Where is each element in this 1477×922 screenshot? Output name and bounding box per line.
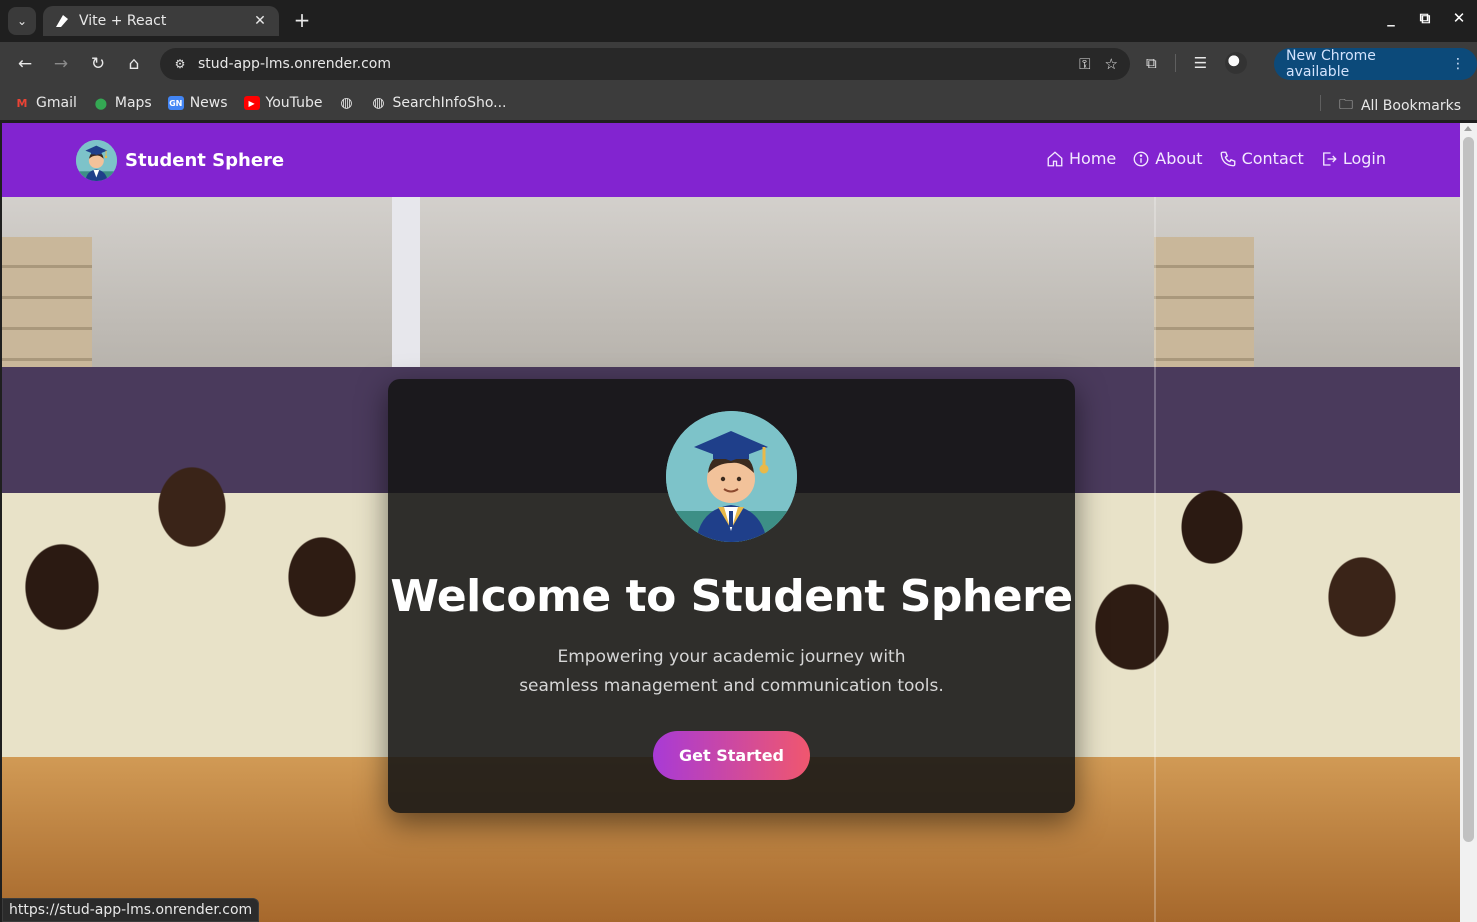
brand-name: Student Sphere bbox=[125, 150, 285, 171]
login-icon bbox=[1322, 151, 1337, 166]
update-label: New Chrome available bbox=[1286, 48, 1376, 80]
more-vert-icon[interactable]: ⋮ bbox=[1451, 56, 1465, 72]
minimize-icon[interactable]: _ bbox=[1383, 9, 1399, 27]
bookmark-maps[interactable]: ⬤ Maps bbox=[93, 95, 152, 111]
bookmark-label: News bbox=[189, 95, 228, 111]
bookmark-news[interactable]: GN News bbox=[167, 95, 228, 111]
info-icon bbox=[1133, 151, 1149, 166]
page-viewport: Student Sphere Home About Contact Login bbox=[2, 123, 1460, 922]
hero-title: Welcome to Student Sphere bbox=[390, 571, 1073, 622]
graduate-avatar-icon bbox=[666, 411, 797, 542]
tab-search-button[interactable]: ⌄ bbox=[8, 7, 36, 35]
bookmark-globe[interactable]: ◍ bbox=[338, 95, 354, 111]
tab-close-icon[interactable]: ✕ bbox=[251, 13, 269, 29]
tab-title: Vite + React bbox=[79, 13, 167, 29]
page-scrollbar[interactable] bbox=[1460, 123, 1477, 922]
bookmark-label: YouTube bbox=[265, 95, 323, 111]
new-tab-button[interactable]: + bbox=[291, 8, 313, 32]
browser-tab[interactable]: Vite + React ✕ bbox=[43, 6, 279, 36]
nav-label: Login bbox=[1342, 149, 1386, 168]
gmail-icon: M bbox=[16, 96, 28, 110]
home-icon bbox=[1047, 150, 1063, 166]
bookmarks-bar: M Gmail ⬤ Maps GN News ▶ YouTube ◍ ◍ Sea… bbox=[0, 86, 1477, 120]
bookmark-label: Gmail bbox=[36, 95, 77, 111]
nav-contact[interactable]: Contact bbox=[1219, 149, 1304, 168]
home-browser-icon[interactable]: ⌂ bbox=[122, 52, 146, 76]
student-avatar-icon bbox=[76, 140, 117, 181]
phone-icon bbox=[1220, 151, 1236, 166]
scroll-thumb[interactable] bbox=[1463, 137, 1474, 842]
nav-about[interactable]: About bbox=[1132, 149, 1203, 168]
get-started-button[interactable]: Get Started bbox=[653, 731, 810, 780]
site-navbar: Student Sphere Home About Contact Login bbox=[2, 123, 1460, 197]
chrome-update-button[interactable]: New Chrome available ⋮ bbox=[1274, 48, 1477, 80]
all-bookmarks-button[interactable]: 🗀 All Bookmarks bbox=[1339, 94, 1461, 118]
back-arrow-icon[interactable]: ← bbox=[13, 52, 37, 76]
hero-subtitle: Empowering your academic journey with se… bbox=[519, 647, 944, 696]
bookmark-star-icon[interactable]: ☆ bbox=[1105, 55, 1118, 73]
profile-avatar[interactable] bbox=[1225, 52, 1248, 74]
site-settings-icon[interactable]: ⚙ bbox=[170, 54, 190, 74]
nav-label: Home bbox=[1069, 149, 1117, 168]
toolbar-divider bbox=[1174, 54, 1176, 72]
globe-icon: ◍ bbox=[372, 95, 385, 111]
restore-icon[interactable]: ⧉ bbox=[1417, 9, 1433, 27]
tab-strip: ⌄ Vite + React ✕ + _ ⧉ ✕ bbox=[0, 0, 1477, 42]
close-window-icon[interactable]: ✕ bbox=[1451, 9, 1467, 27]
folder-icon: 🗀 bbox=[1338, 97, 1353, 113]
browser-toolbar: ← → ↻ ⌂ ⚙ stud-app-lms.onrender.com ⚿ ☆ … bbox=[0, 42, 1477, 86]
youtube-icon: ▶ bbox=[243, 96, 260, 110]
password-key-icon[interactable]: ⚿ bbox=[1079, 55, 1090, 73]
status-url-bubble: https://stud-app-lms.onrender.com bbox=[2, 898, 260, 922]
window-controls: _ ⧉ ✕ bbox=[1383, 9, 1467, 27]
extensions-icon[interactable]: ⧉ bbox=[1146, 54, 1157, 72]
nav-label: About bbox=[1155, 149, 1203, 168]
vite-react-icon bbox=[53, 12, 71, 30]
scroll-up-arrow-icon[interactable] bbox=[1464, 126, 1472, 131]
nav-home[interactable]: Home bbox=[1046, 149, 1116, 168]
nav-links: Home About Contact Login bbox=[1046, 149, 1386, 168]
chevron-down-icon: ⌄ bbox=[16, 14, 28, 28]
bookmark-searchinfo[interactable]: ◍ SearchInfoSho... bbox=[370, 95, 506, 111]
address-url: stud-app-lms.onrender.com bbox=[198, 56, 391, 72]
all-bookmarks-label: All Bookmarks bbox=[1360, 98, 1461, 114]
bookmarks-divider bbox=[1320, 95, 1321, 111]
address-bar[interactable]: ⚙ stud-app-lms.onrender.com ⚿ ☆ bbox=[160, 48, 1130, 80]
bookmark-label: SearchInfoSho... bbox=[392, 95, 507, 111]
globe-icon: ◍ bbox=[340, 95, 353, 111]
maps-icon: ⬤ bbox=[94, 96, 108, 110]
reading-list-icon[interactable]: ☰ bbox=[1194, 54, 1207, 72]
hero-card: Welcome to Student Sphere Empowering you… bbox=[388, 379, 1075, 813]
bookmark-gmail[interactable]: M Gmail bbox=[14, 95, 77, 111]
news-icon: GN bbox=[167, 96, 184, 110]
brand[interactable]: Student Sphere bbox=[76, 140, 284, 181]
forward-arrow-icon[interactable]: → bbox=[49, 52, 73, 76]
image-seam bbox=[1154, 197, 1156, 922]
nav-login[interactable]: Login bbox=[1320, 149, 1386, 168]
bookmark-youtube[interactable]: ▶ YouTube bbox=[243, 95, 323, 111]
bookmark-label: Maps bbox=[114, 95, 152, 111]
nav-label: Contact bbox=[1241, 149, 1304, 168]
reload-icon[interactable]: ↻ bbox=[86, 52, 110, 76]
